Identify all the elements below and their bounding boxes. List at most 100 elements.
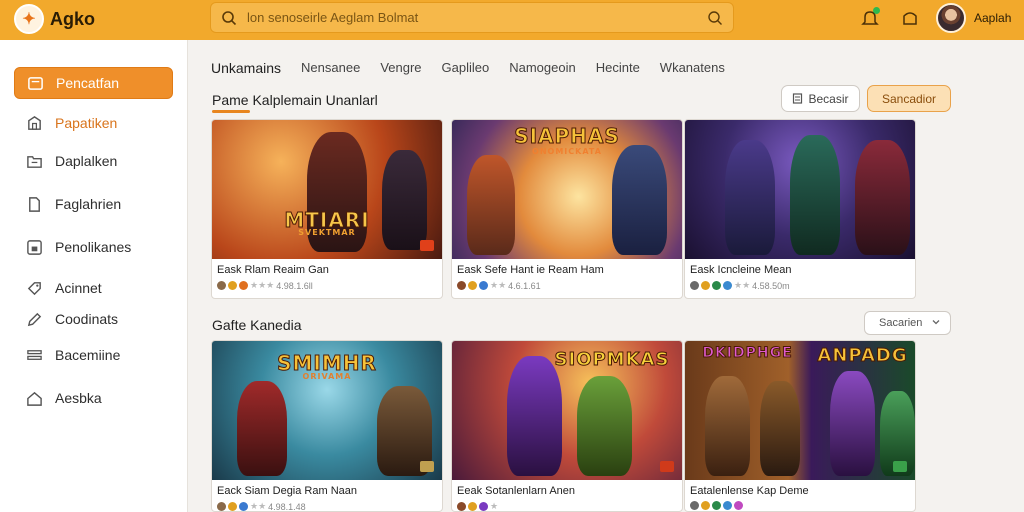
tab-6[interactable]: Wkanatens (660, 60, 725, 76)
genre-icon (457, 281, 466, 290)
sort-dropdown[interactable]: Sacarien (864, 311, 951, 335)
home-icon (27, 391, 42, 406)
game-title: Eatalenlense Kap Deme (690, 485, 809, 497)
rating-value: 4.58.50m (752, 280, 790, 291)
search-bar[interactable] (210, 2, 734, 33)
star-icon: ★★ (490, 280, 507, 290)
game-art: SMIMHR ORIVAMA (212, 341, 442, 480)
game-title: Eask Sefe Hant ie Ream Ham (457, 264, 604, 276)
gem-icon (712, 501, 721, 510)
genre-icon (457, 502, 466, 511)
primary-action-label: Sancadior (881, 91, 937, 106)
filter-button[interactable]: Becasir (781, 85, 860, 112)
game-rating: ★★ 4.98.1.48 (217, 501, 437, 511)
coin-icon (468, 281, 477, 290)
logo-icon: ✦ (14, 4, 44, 34)
catalog-title: Gafte Kanedia (212, 317, 302, 333)
sidebar-item-6[interactable]: Coodinats (14, 303, 173, 335)
genre-icon (690, 501, 699, 510)
coin-icon (701, 501, 710, 510)
tab-2[interactable]: Vengre (380, 60, 421, 76)
genre-icon (217, 502, 226, 511)
game-card[interactable]: SIOPMKAS Eeak Sotanlenlarn Anen ★ (451, 340, 683, 512)
game-rating (690, 501, 910, 510)
document-icon (29, 196, 40, 212)
game-card[interactable]: Eask Icncleine Mean ★★ 4.58.50m (684, 119, 916, 299)
genre-icon (217, 281, 226, 290)
inbox-icon (27, 155, 42, 168)
potion-icon (734, 501, 743, 510)
tag-icon (27, 281, 41, 295)
game-title: Eeak Sotanlenlarn Anen (457, 485, 576, 497)
tab-5[interactable]: Hecinte (596, 60, 640, 76)
game-art-title: SIOPMKAS (554, 349, 670, 371)
user-name[interactable]: Aaplah (974, 11, 1011, 25)
bookmarks-button[interactable] (900, 8, 920, 28)
platform-badge-icon (660, 461, 674, 472)
coin-icon (701, 281, 710, 290)
filter-button-label: Becasir (808, 91, 849, 106)
coin-icon (228, 502, 237, 511)
shield-icon (723, 501, 732, 510)
game-art-subtitle: SVEKTMAR (298, 228, 356, 237)
platform-badge-icon (420, 461, 434, 472)
game-art: MTIARI SVEKTMAR (212, 120, 442, 259)
shield-icon (239, 502, 248, 511)
search-submit-icon[interactable] (707, 10, 723, 26)
game-card[interactable]: DKIDPHGE ANPADG Eatalenlense Kap Deme (684, 340, 916, 512)
package-icon (28, 115, 41, 130)
star-icon: ★★ (734, 280, 751, 290)
sidebar-item-3[interactable]: Faglahrien (14, 188, 173, 220)
sidebar-item-2[interactable]: Daplalken (14, 145, 173, 177)
sidebar-item-0[interactable]: Pencatfan (14, 67, 173, 99)
pencil-icon (27, 312, 42, 326)
game-title: Eask Rlam Reaim Gan (217, 264, 329, 276)
chevron-down-icon (932, 320, 940, 325)
star-icon: ★★ (250, 501, 267, 511)
top-bar: ✦ Agko Aaplah (0, 0, 1024, 40)
sidebar: Pencatfan Papatiken Daplalken Faglahrien… (0, 40, 188, 512)
game-art-subtitle: ORIVAMA (302, 372, 352, 381)
sidebar-item-1[interactable]: Papatiken (14, 107, 173, 139)
app-name: Agko (50, 8, 95, 29)
game-card[interactable]: SMIMHR ORIVAMA Eack Siam Degia Ram Naan … (211, 340, 443, 512)
game-card[interactable]: MTIARI SVEKTMAR Eask Rlam Reaim Gan ★★★ … (211, 119, 443, 299)
tab-0[interactable]: Unkamains (211, 60, 281, 76)
game-art-title: DKIDPHGE (702, 345, 793, 362)
sidebar-item-8[interactable]: Aesbka (14, 382, 173, 414)
sidebar-item-7[interactable]: Bacemiine (14, 339, 173, 371)
tab-4[interactable]: Namogeoin (509, 60, 576, 76)
fire-icon (239, 281, 248, 290)
search-input[interactable] (247, 10, 707, 25)
genre-icon (690, 281, 699, 290)
game-card[interactable]: SIAPHAS ONOMICKATA Eask Sefe Hant ie Rea… (451, 119, 683, 299)
notification-button[interactable] (860, 7, 880, 28)
sidebar-item-label: Aesbka (55, 390, 102, 406)
gem-icon (712, 281, 721, 290)
sidebar-item-label: Pencatfan (56, 75, 120, 91)
platform-badge-icon (420, 240, 434, 251)
sidebar-item-label: Faglahrien (55, 196, 122, 212)
platform-badge-icon (893, 461, 907, 472)
game-art-subtitle: ONOMICKATA (532, 147, 602, 156)
star-icon: ★★★ (250, 280, 275, 290)
user-avatar[interactable] (936, 3, 966, 33)
sidebar-item-label: Coodinats (55, 311, 119, 327)
sort-dropdown-value: Sacarien (879, 317, 923, 329)
app-logo[interactable]: ✦ Agko (14, 4, 95, 34)
tab-3[interactable]: Gaplileo (442, 60, 490, 76)
sidebar-item-label: Acinnet (55, 280, 102, 296)
search-icon (222, 10, 237, 25)
sidebar-item-label: Papatiken (55, 115, 118, 131)
title-underline (212, 110, 250, 113)
primary-action-button[interactable]: Sancadior (867, 85, 951, 112)
game-art: SIAPHAS ONOMICKATA (452, 120, 682, 259)
sidebar-item-5[interactable]: Acinnet (14, 272, 173, 304)
game-rating: ★★ 4.58.50m (690, 280, 910, 291)
game-rating: ★★ 4.6.1.61 (457, 280, 677, 291)
sidebar-item-4[interactable]: Penolikanes (14, 231, 173, 263)
game-art-title: SIAPHAS (514, 124, 620, 149)
tab-1[interactable]: Nensanee (301, 60, 360, 76)
rating-value: 4.98.1.6ll (276, 280, 313, 291)
folder-icon (28, 76, 43, 90)
